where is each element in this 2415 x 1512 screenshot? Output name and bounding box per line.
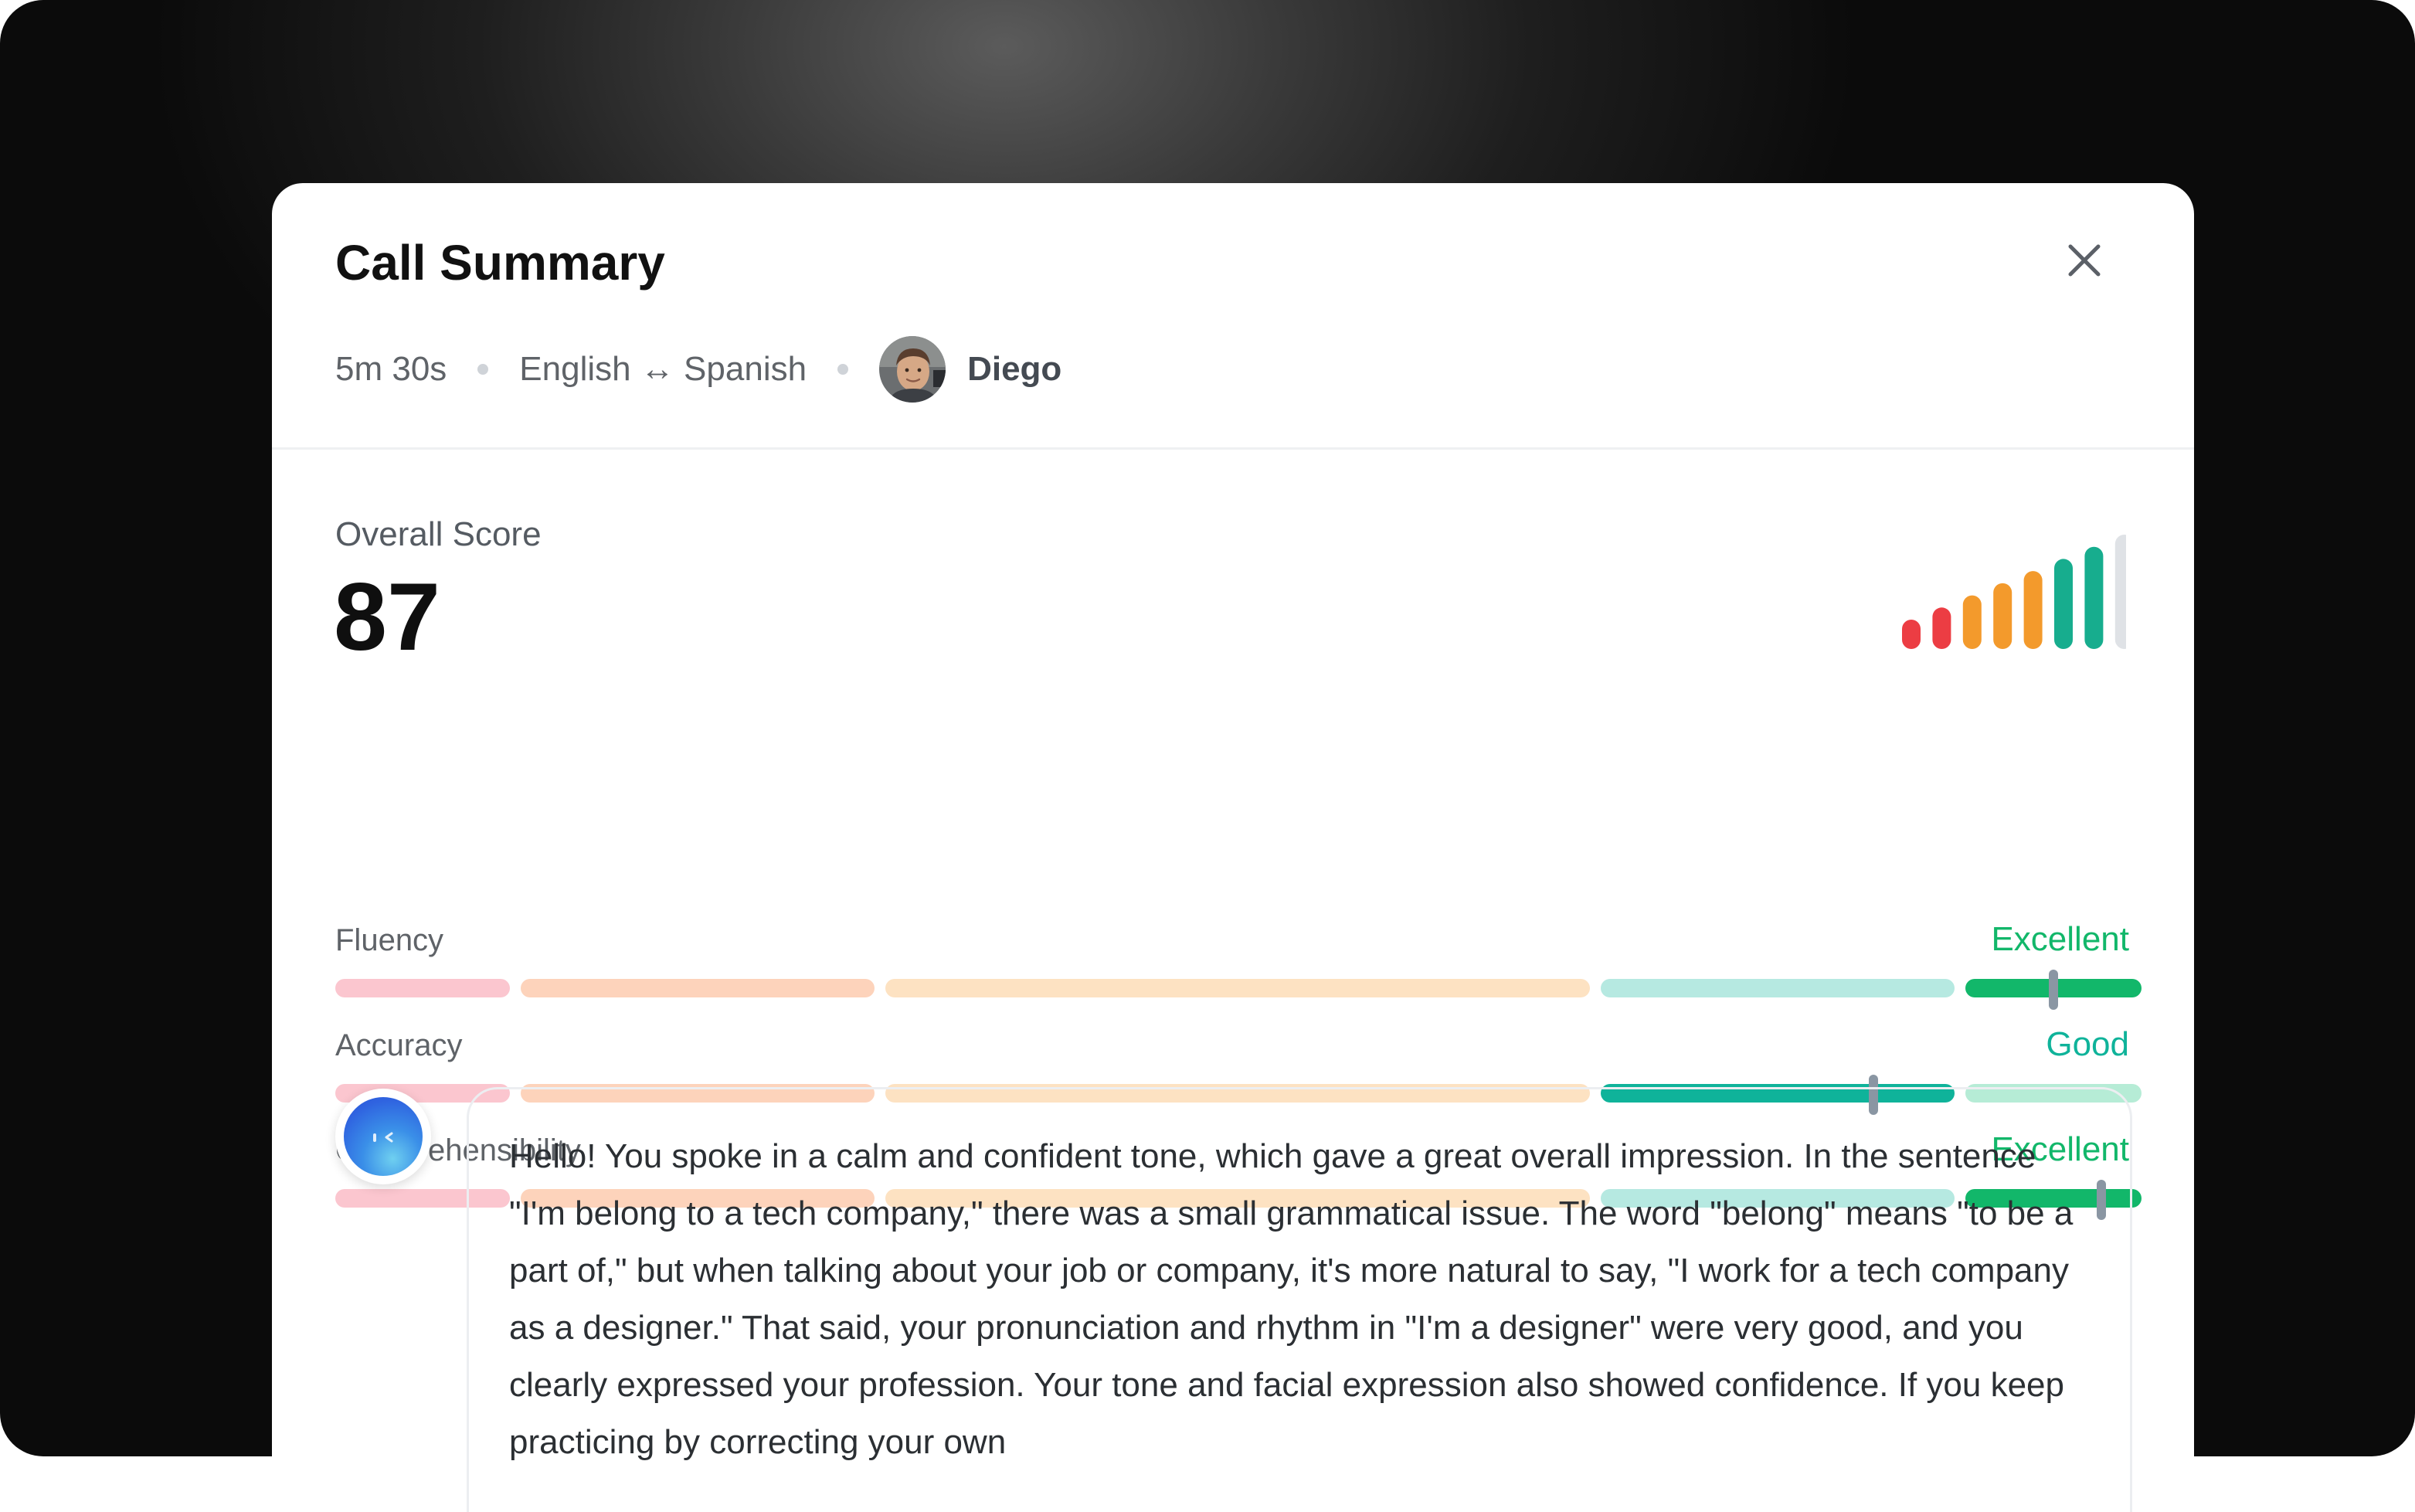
call-duration: 5m 30s [335, 350, 447, 388]
score-level-bar [2023, 571, 2043, 649]
score-level-bar [2114, 535, 2126, 649]
score-level-bar [2054, 559, 2073, 649]
metric-bar [335, 970, 2142, 1010]
call-summary-modal: Call Summary 5m 30s English ↔ Spanish Di… [272, 183, 2194, 1512]
user-avatar [879, 336, 946, 403]
metric-rating: Good [2046, 1025, 2129, 1063]
metric-bar-segment [335, 979, 510, 997]
metric-bar-segment [885, 979, 1590, 997]
metric-bar-segment [521, 979, 875, 997]
separator-dot [477, 364, 489, 375]
user-name: Diego [967, 350, 1062, 388]
modal-title: Call Summary [335, 235, 665, 291]
score-level-bar [1902, 620, 1921, 649]
call-languages: English ↔ Spanish [519, 350, 807, 388]
overall-score-label: Overall Score [335, 515, 542, 553]
feedback-card: Hello! You spoke in a calm and confident… [467, 1087, 2132, 1512]
score-level-bar [2084, 546, 2104, 649]
metric-rating: Excellent [1991, 920, 2129, 958]
call-meta: 5m 30s English ↔ Spanish Diego [335, 335, 1061, 404]
close-button[interactable] [2057, 233, 2112, 288]
metric-bar-segment [1601, 979, 1955, 997]
metric-label: Accuracy [335, 1028, 463, 1062]
assistant-avatar [335, 1089, 431, 1184]
header-divider [272, 447, 2194, 450]
score-level-bar [1962, 595, 1982, 649]
metric-marker [2049, 970, 2058, 1010]
assistant-orb-icon [344, 1097, 423, 1176]
separator-dot [837, 364, 849, 375]
metric-label: Fluency [335, 923, 444, 957]
score-level-bars [1902, 535, 2126, 649]
score-level-bar [1932, 607, 1951, 649]
score-level-bar [1993, 583, 2012, 649]
overall-score-value: 87 [334, 564, 440, 671]
close-icon [2068, 244, 2101, 277]
feedback-text: Hello! You spoke in a calm and confident… [509, 1137, 2074, 1461]
